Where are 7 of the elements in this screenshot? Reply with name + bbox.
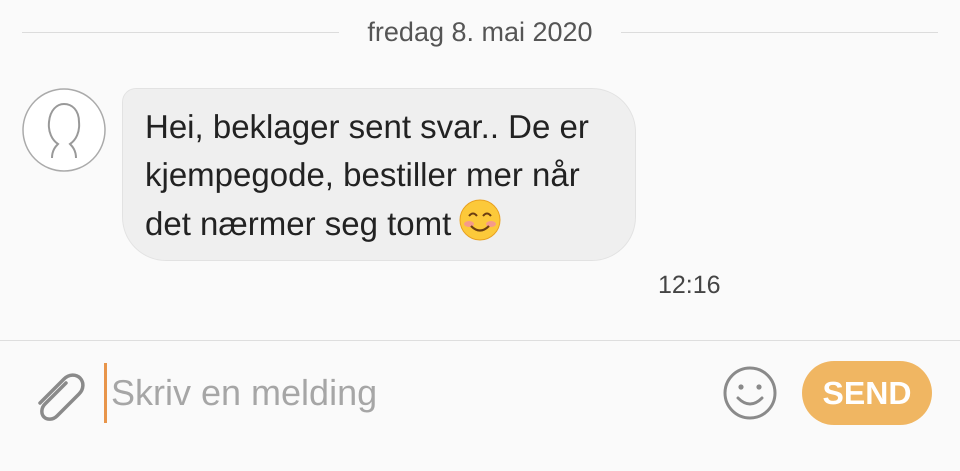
smiling-face-icon [459,199,502,241]
message-input[interactable]: Skriv en melding [104,363,722,423]
date-divider: fredag 8. mai 2020 [367,16,593,48]
avatar-icon[interactable] [22,88,106,172]
message-time: 12:16 [658,271,721,300]
message-text: Hei, beklager sent svar.. De er kjempegode, bestiller mer når det nærmer seg tomt [145,107,590,244]
emoji-icon[interactable] [722,365,778,421]
